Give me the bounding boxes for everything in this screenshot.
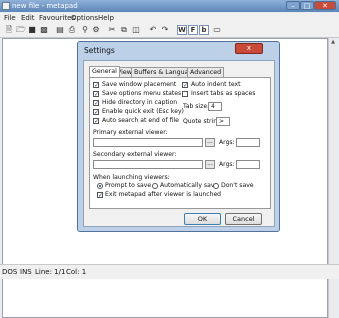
- copy-icon[interactable]: ⧉: [119, 25, 129, 35]
- status-bar: DOS INS Line: 1/1 Col: 1: [0, 264, 339, 279]
- scroll-up-icon[interactable]: ▲: [329, 38, 337, 46]
- auto-search-checkbox[interactable]: [93, 118, 99, 124]
- open-folder-icon[interactable]: 🗁: [16, 25, 26, 35]
- redo-icon[interactable]: ↷: [160, 25, 170, 35]
- maximize-button[interactable]: □: [300, 1, 314, 10]
- new-file-icon[interactable]: 🗎: [4, 25, 14, 35]
- toolbar: 🗎 🗁 ■ ▩ ▤ ⎙ ⚲ ⚙ ✂ ⧉ ◫ ↶ ↷ W F b ▭: [0, 24, 339, 38]
- save-icon[interactable]: ■: [27, 25, 37, 35]
- auto-indent-checkbox[interactable]: [182, 82, 188, 88]
- dialog-title: Settings: [84, 46, 115, 55]
- settings-icon[interactable]: ⚙: [91, 25, 101, 35]
- exit-after-viewer-checkbox[interactable]: [97, 192, 103, 198]
- primary-viewer-icon[interactable]: b: [199, 25, 209, 35]
- menu-favourites[interactable]: Favourites: [39, 14, 75, 23]
- dont-save-label: Don't save: [221, 182, 254, 189]
- tab-size-input[interactable]: 4: [208, 102, 222, 111]
- word-wrap-icon[interactable]: W: [177, 25, 187, 35]
- secondary-args-label: Args:: [219, 161, 235, 168]
- quote-string-input[interactable]: >: [216, 117, 230, 126]
- ok-button[interactable]: OK: [184, 213, 221, 225]
- enable-quick-exit-label: Enable quick exit (Esc key): [102, 108, 184, 115]
- secondary-viewer-browse-button[interactable]: ...: [205, 160, 215, 169]
- paste-icon[interactable]: ◫: [131, 25, 141, 35]
- font-icon[interactable]: F: [188, 25, 198, 35]
- dialog-body: General View Buffers & Language Advanced…: [83, 60, 275, 227]
- insert-tabs-as-spaces-checkbox[interactable]: [182, 91, 188, 97]
- dialog-close-button[interactable]: x: [235, 43, 263, 54]
- close-window-button[interactable]: ✕: [314, 1, 336, 10]
- status-line: Line: 1/1: [35, 268, 66, 276]
- general-tab-panel: Save window placement Save options menu …: [89, 77, 271, 209]
- auto-indent-label: Auto indent text: [191, 81, 241, 88]
- status-mode: DOS: [2, 268, 18, 276]
- secondary-viewer-label: Secondary external viewer:: [93, 151, 177, 158]
- tab-general[interactable]: General: [89, 66, 120, 77]
- status-col: Col: 1: [66, 268, 87, 276]
- always-on-top-icon[interactable]: ▭: [212, 25, 222, 35]
- dont-save-radio[interactable]: [213, 183, 219, 189]
- menu-edit[interactable]: Edit: [21, 14, 35, 23]
- prompt-to-save-radio[interactable]: [97, 183, 103, 189]
- tab-size-label: Tab size:: [183, 103, 210, 110]
- primary-args-input[interactable]: [236, 138, 260, 147]
- find-icon[interactable]: ⚲: [80, 25, 90, 35]
- secondary-viewer-input[interactable]: [93, 160, 203, 169]
- enable-quick-exit-checkbox[interactable]: [93, 109, 99, 115]
- save-window-placement-label: Save window placement: [102, 81, 177, 88]
- minimize-button[interactable]: –: [286, 1, 300, 10]
- prompt-to-save-label: Prompt to save: [105, 182, 152, 189]
- undo-icon[interactable]: ↶: [148, 25, 158, 35]
- window-title: new file - metapad: [12, 2, 78, 10]
- save-window-placement-checkbox[interactable]: [93, 82, 99, 88]
- hide-directory-checkbox[interactable]: [93, 100, 99, 106]
- settings-dialog: Settings x General View Buffers & Langua…: [77, 41, 280, 232]
- cancel-button[interactable]: Cancel: [225, 213, 262, 225]
- save-options-menu-states-label: Save options menu states: [102, 90, 182, 97]
- title-bar: new file - metapad – □ ✕: [0, 0, 339, 12]
- primary-viewer-browse-button[interactable]: ...: [205, 138, 215, 147]
- hide-directory-label: Hide directory in caption: [102, 99, 178, 106]
- print-preview-icon[interactable]: ▤: [55, 25, 65, 35]
- menu-help[interactable]: Help: [98, 14, 114, 23]
- automatically-save-radio[interactable]: [152, 183, 158, 189]
- menu-bar: File Edit Favourites Options Help: [0, 13, 339, 24]
- menu-file[interactable]: File: [4, 14, 16, 23]
- insert-tabs-as-spaces-label: Insert tabs as spaces: [191, 90, 256, 97]
- app-icon: [2, 2, 10, 10]
- save-options-menu-states-checkbox[interactable]: [93, 91, 99, 97]
- primary-viewer-label: Primary external viewer:: [93, 129, 168, 136]
- menu-options[interactable]: Options: [71, 14, 98, 23]
- cut-icon[interactable]: ✂: [107, 25, 117, 35]
- auto-search-label: Auto search at end of file: [102, 117, 179, 124]
- print-icon[interactable]: ⎙: [67, 25, 77, 35]
- primary-viewer-input[interactable]: [93, 138, 203, 147]
- save-as-icon[interactable]: ▩: [39, 25, 49, 35]
- exit-after-viewer-label: Exit metapad after viewer is launched: [105, 191, 222, 198]
- secondary-args-input[interactable]: [236, 160, 260, 169]
- tab-advanced[interactable]: Advanced: [187, 67, 225, 77]
- status-ins: INS: [20, 268, 32, 276]
- primary-args-label: Args:: [219, 139, 235, 146]
- launch-viewers-label: When launching viewers:: [93, 174, 170, 181]
- automatically-save-label: Automatically save: [160, 182, 219, 189]
